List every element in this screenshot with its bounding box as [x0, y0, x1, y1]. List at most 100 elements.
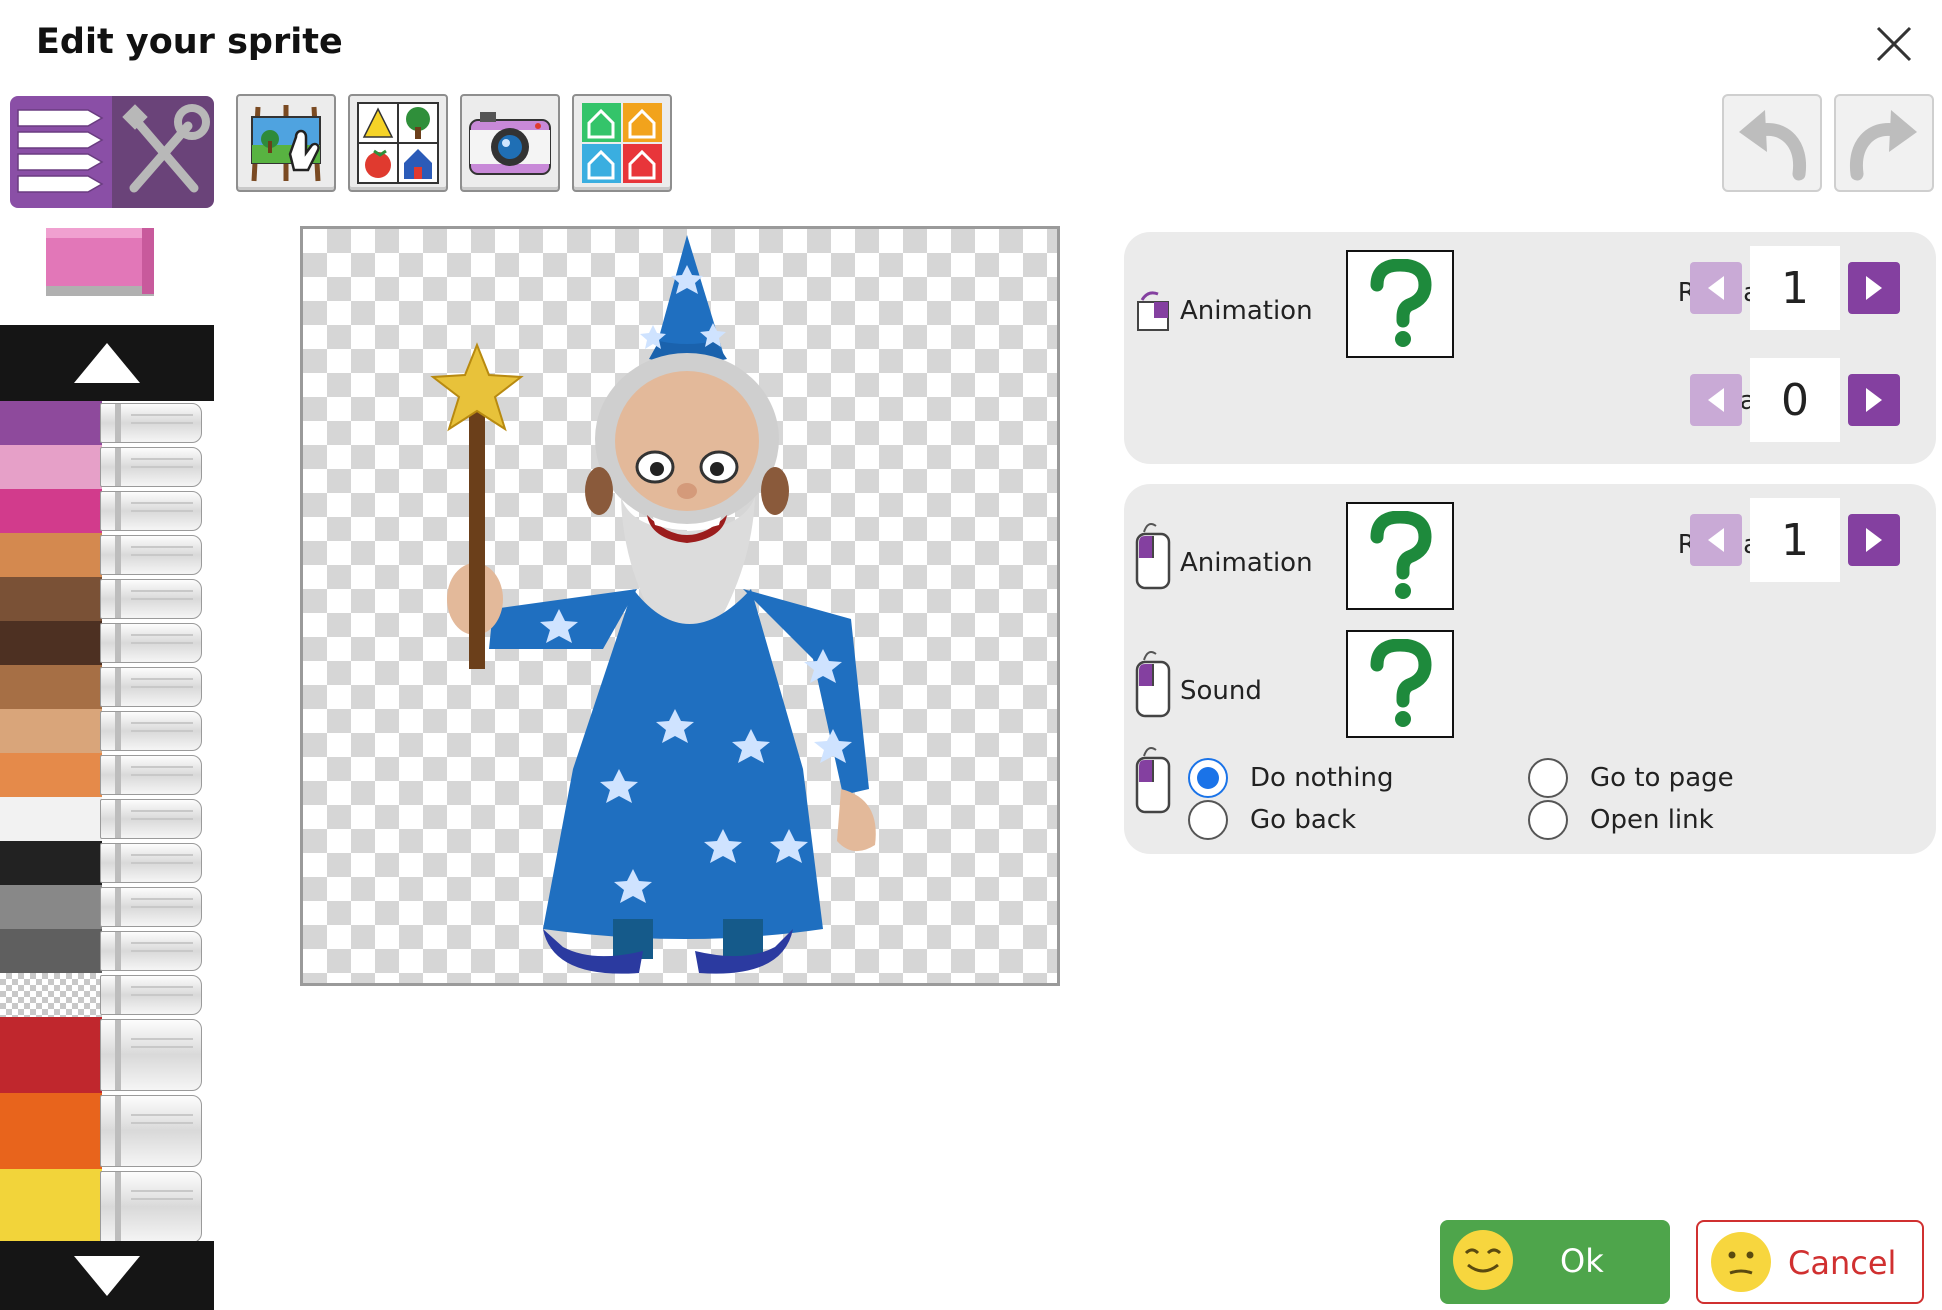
marker-color-swatch[interactable]: [0, 401, 214, 445]
timer-delay-stepper: 0: [1690, 358, 1900, 442]
action-go-back-radio[interactable]: Go back: [1188, 800, 1356, 840]
timer-animation-picker[interactable]: [1346, 250, 1454, 358]
clipart-picker-button[interactable]: [348, 94, 448, 192]
shapes-icon: [357, 102, 439, 184]
tools-mode-button[interactable]: [112, 96, 214, 208]
marker-color-swatch[interactable]: [0, 885, 214, 929]
cancel-button-label: Cancel: [1788, 1244, 1897, 1282]
ok-button[interactable]: Ok: [1440, 1220, 1670, 1304]
redo-icon: [1849, 110, 1917, 181]
marker-color-swatch[interactable]: [0, 1093, 214, 1169]
marker-ink: [0, 1017, 102, 1093]
mode-toggle[interactable]: [10, 96, 214, 208]
click-sound-picker[interactable]: [1346, 630, 1454, 738]
marker-cap: [100, 711, 202, 751]
triangle-down-icon: [74, 1255, 140, 1296]
click-repeat-decrease-button[interactable]: [1690, 514, 1742, 566]
marker-cap: [100, 799, 202, 839]
marker-color-swatch[interactable]: [0, 621, 214, 665]
eraser-icon: [46, 228, 154, 296]
marker-color-swatch[interactable]: [0, 841, 214, 885]
action-do-nothing-label: Do nothing: [1250, 763, 1394, 793]
action-open-link-radio[interactable]: Open link: [1528, 800, 1714, 840]
click-animation-label: Animation: [1180, 548, 1313, 578]
action-go-to-page-radio[interactable]: Go to page: [1528, 758, 1734, 798]
marker-color-swatch[interactable]: [0, 753, 214, 797]
wizard-sprite-image: [430, 235, 876, 974]
click-animation-picker[interactable]: [1346, 502, 1454, 610]
marker-color-swatch[interactable]: [0, 1017, 214, 1093]
click-repeat-value: 1: [1750, 498, 1840, 582]
timer-delay-decrease-button[interactable]: [1690, 374, 1742, 426]
mouse-click-icon: [1135, 651, 1171, 718]
click-sound-label: Sound: [1180, 676, 1262, 706]
timer-repeat-value: 1: [1750, 246, 1840, 330]
timer-repeat-stepper: 1: [1690, 246, 1900, 330]
marker-list: [0, 401, 214, 1241]
marker-cap: [100, 1095, 202, 1167]
marker-ink: [0, 973, 102, 1017]
sprite-editor-dialog: Edit your sprite Animation 1 0 Animation…: [0, 0, 1942, 1310]
triangle-left-icon: [1708, 528, 1724, 552]
marker-ink: [0, 489, 102, 533]
cancel-button[interactable]: Cancel: [1696, 1220, 1924, 1304]
click-repeat-increase-button[interactable]: [1848, 514, 1900, 566]
triangle-left-icon: [1708, 276, 1724, 300]
timer-repeat-increase-button[interactable]: [1848, 262, 1900, 314]
marker-color-swatch[interactable]: [0, 489, 214, 533]
marker-cap: [100, 1019, 202, 1091]
sprite-canvas[interactable]: [300, 226, 1060, 986]
marker-color-swatch[interactable]: [0, 533, 214, 577]
marker-cap: [100, 975, 202, 1015]
marker-ink: [0, 797, 102, 841]
marker-ink: [0, 401, 102, 445]
marker-cap: [100, 623, 202, 663]
question-mark-icon: [1370, 511, 1432, 599]
redo-button[interactable]: [1834, 94, 1934, 192]
templates-button[interactable]: [572, 94, 672, 192]
pens-icon: [17, 109, 104, 193]
triangle-left-icon: [1708, 388, 1724, 412]
triangle-up-icon: [74, 343, 140, 383]
radio-indicator: [1528, 758, 1568, 798]
question-mark-icon: [1370, 259, 1432, 347]
marker-color-swatch[interactable]: [0, 445, 214, 489]
timer-icon: [1137, 291, 1169, 331]
marker-ink: [0, 709, 102, 753]
marker-color-swatch[interactable]: [0, 797, 214, 841]
marker-cap: [100, 843, 202, 883]
marker-ink: [0, 577, 102, 621]
radio-selected-indicator: [1188, 758, 1228, 798]
mouse-click-icon: [1135, 747, 1171, 814]
marker-cap: [100, 931, 202, 971]
palette-scroll-up-button[interactable]: [0, 325, 214, 401]
marker-cap: [100, 403, 202, 443]
marker-ink: [0, 533, 102, 577]
camera-button[interactable]: [460, 94, 560, 192]
undo-button[interactable]: [1722, 94, 1822, 192]
timer-delay-increase-button[interactable]: [1848, 374, 1900, 426]
triangle-right-icon: [1866, 276, 1882, 300]
marker-cap: [100, 1171, 202, 1241]
pens-mode-button[interactable]: [10, 96, 112, 208]
eraser-button[interactable]: [42, 222, 158, 300]
timer-repeat-decrease-button[interactable]: [1690, 262, 1742, 314]
action-do-nothing-radio[interactable]: Do nothing: [1188, 758, 1393, 798]
marker-color-swatch[interactable]: [0, 929, 214, 973]
marker-cap: [100, 447, 202, 487]
action-go-back-label: Go back: [1250, 805, 1357, 835]
radio-indicator: [1528, 800, 1568, 840]
marker-color-swatch[interactable]: [0, 577, 214, 621]
background-picker-button[interactable]: [236, 94, 336, 192]
marker-ink: [0, 1169, 102, 1241]
marker-color-swatch[interactable]: [0, 709, 214, 753]
action-open-link-label: Open link: [1590, 805, 1714, 835]
timer-settings-panel: Animation Repeat: 1 Delay: 0: [1124, 232, 1936, 464]
close-button[interactable]: [1872, 22, 1916, 66]
marker-color-swatch[interactable]: [0, 665, 214, 709]
marker-color-swatch[interactable]: [0, 973, 214, 1017]
palette-scroll-down-button[interactable]: [0, 1241, 214, 1310]
marker-color-swatch[interactable]: [0, 1169, 214, 1241]
marker-palette: [0, 325, 214, 1310]
marker-cap: [100, 491, 202, 531]
